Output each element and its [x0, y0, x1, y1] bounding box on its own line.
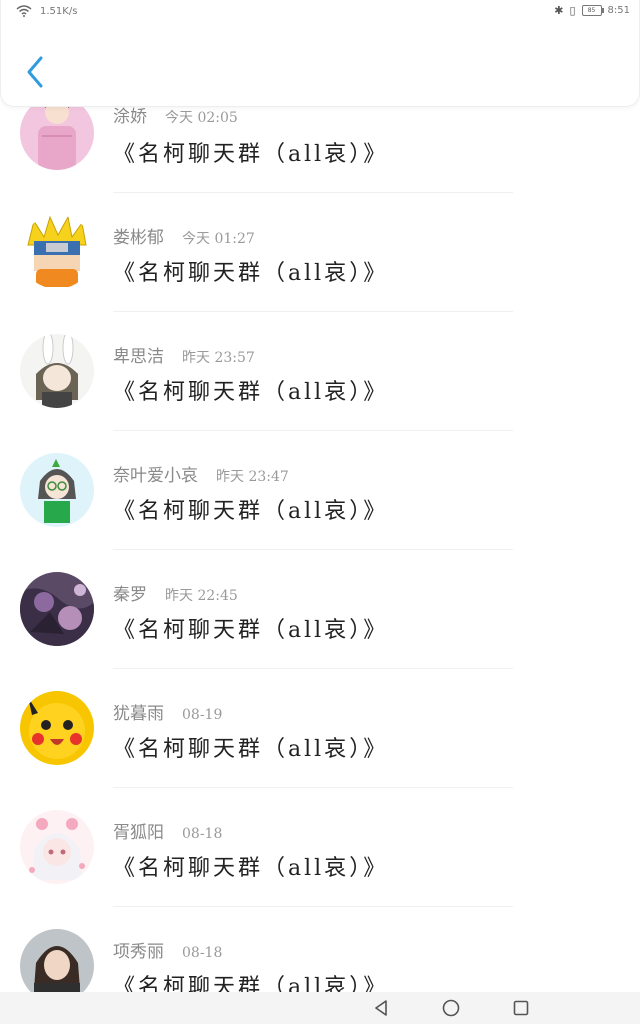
sender-name: 卑思洁 — [113, 347, 164, 367]
avatar — [20, 334, 94, 408]
wifi-icon — [16, 5, 32, 17]
sender-name: 项秀丽 — [113, 942, 164, 962]
divider — [113, 668, 513, 669]
message-text: 《名柯聊天群（all哀）》 — [113, 618, 389, 643]
avatar — [20, 96, 94, 170]
message-time: 今天 02:05 — [165, 110, 238, 126]
message-meta: 秦罗 昨天 22:45 — [113, 580, 238, 605]
status-bar: 1.51K/s ✱ ▯ 85 8:51 — [0, 0, 640, 26]
message-time: 08-18 — [182, 826, 223, 842]
sender-name: 秦罗 — [113, 585, 147, 605]
sender-name: 犹暮雨 — [113, 704, 164, 724]
back-button[interactable] — [21, 52, 51, 92]
message-meta: 项秀丽 08-18 — [113, 937, 222, 962]
list-item[interactable]: 胥狐阳 08-18 《名柯聊天群（all哀）》 — [0, 810, 640, 929]
avatar — [20, 810, 94, 884]
message-text: 《名柯聊天群（all哀）》 — [113, 142, 389, 167]
system-nav-bar — [0, 992, 640, 1024]
avatar — [20, 572, 94, 646]
chevron-left-icon — [27, 56, 43, 88]
list-item[interactable]: 涂娇 今天 02:05 《名柯聊天群（all哀）》 — [0, 96, 640, 215]
message-text: 《名柯聊天群（all哀）》 — [113, 856, 389, 881]
nav-recent-button[interactable] — [513, 1000, 529, 1020]
avatar — [20, 453, 94, 527]
message-meta: 娄彬郁 今天 01:27 — [113, 223, 255, 248]
message-time: 昨天 22:45 — [165, 588, 238, 604]
battery-level: 85 — [587, 7, 596, 14]
nav-back-button[interactable] — [372, 999, 390, 1021]
message-time: 今天 01:27 — [182, 231, 255, 247]
chat-list-screen: 涂娇 今天 02:05 《名柯聊天群（all哀）》 娄彬郁 今天 01:27 《… — [0, 0, 640, 1024]
divider — [113, 430, 513, 431]
battery-icon: 85 — [581, 5, 604, 16]
message-list: 涂娇 今天 02:05 《名柯聊天群（all哀）》 娄彬郁 今天 01:27 《… — [0, 0, 640, 1024]
message-meta: 卑思洁 昨天 23:57 — [113, 342, 255, 367]
message-meta: 奈叶爱小哀 昨天 23:47 — [113, 461, 289, 486]
message-time: 08-19 — [182, 707, 223, 723]
list-item[interactable]: 犹暮雨 08-19 《名柯聊天群（all哀）》 — [0, 691, 640, 810]
divider — [113, 192, 513, 193]
circle-home-icon — [442, 999, 460, 1017]
message-meta: 胥狐阳 08-18 — [113, 818, 222, 843]
message-meta: 犹暮雨 08-19 — [113, 699, 222, 724]
list-item[interactable]: 娄彬郁 今天 01:27 《名柯聊天群（all哀）》 — [0, 215, 640, 334]
sender-name: 娄彬郁 — [113, 228, 164, 248]
message-text: 《名柯聊天群（all哀）》 — [113, 380, 389, 405]
bluetooth-icon: ✱ — [554, 4, 564, 17]
message-time: 昨天 23:57 — [182, 350, 255, 366]
sender-name: 胥狐阳 — [113, 823, 164, 843]
divider — [113, 787, 513, 788]
message-time: 昨天 23:47 — [216, 469, 289, 485]
network-speed: 1.51K/s — [40, 5, 78, 17]
divider — [113, 311, 513, 312]
square-recent-icon — [513, 1000, 529, 1016]
avatar — [20, 215, 94, 289]
sender-name: 奈叶爱小哀 — [113, 466, 198, 486]
avatar — [20, 691, 94, 765]
divider — [113, 906, 513, 907]
message-time: 08-18 — [182, 945, 223, 961]
list-item[interactable]: 奈叶爱小哀 昨天 23:47 《名柯聊天群（all哀）》 — [0, 453, 640, 572]
triangle-back-icon — [375, 1000, 387, 1016]
message-text: 《名柯聊天群（all哀）》 — [113, 499, 389, 524]
list-item[interactable]: 秦罗 昨天 22:45 《名柯聊天群（all哀）》 — [0, 572, 640, 691]
divider — [113, 549, 513, 550]
nav-home-button[interactable] — [442, 999, 460, 1021]
message-text: 《名柯聊天群（all哀）》 — [113, 737, 389, 762]
vibrate-icon: ▯ — [569, 4, 576, 17]
clock: 8:51 — [607, 5, 630, 16]
message-text: 《名柯聊天群（all哀）》 — [113, 261, 389, 286]
list-item[interactable]: 卑思洁 昨天 23:57 《名柯聊天群（all哀）》 — [0, 334, 640, 453]
